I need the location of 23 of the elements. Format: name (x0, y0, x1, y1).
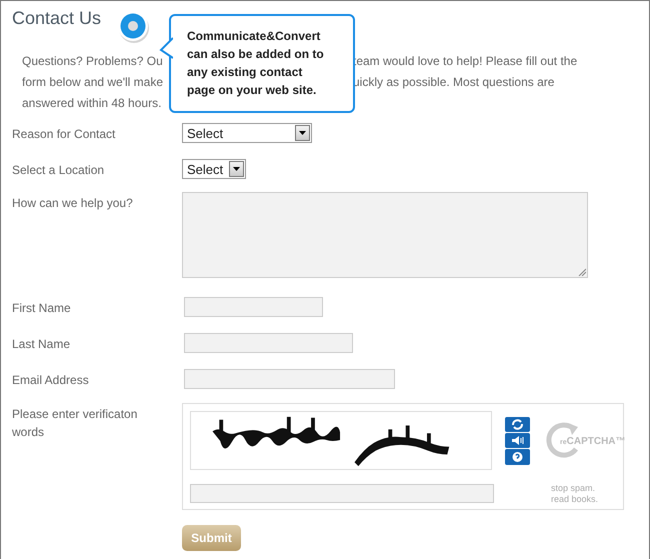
intro-text: Questions? Problems? Ou form below and we'll make answered within 48 hours. (22, 53, 164, 112)
caret-icon (299, 131, 306, 135)
select-dropdown[interactable]: Select (182, 123, 312, 143)
field-label: Please enter verificaton words (12, 406, 138, 441)
input-field[interactable] (184, 333, 353, 353)
input-field[interactable] (190, 484, 494, 503)
field-label: First Name (12, 300, 72, 317)
select-dropdown[interactable]: Select (182, 159, 246, 179)
refresh-icon[interactable] (505, 417, 530, 432)
audio-icon[interactable] (505, 433, 530, 448)
field-label: Select a Location (12, 162, 106, 179)
input-field[interactable] (184, 297, 323, 317)
field-label: How can we help you? (12, 195, 134, 212)
help-icon[interactable] (505, 449, 530, 465)
field-label: Last Name (12, 336, 72, 353)
captcha-slogan: stop spam. read books. (551, 483, 600, 506)
page-title: Contact Us (11, 7, 102, 29)
input-field[interactable] (184, 369, 395, 389)
caret-icon (233, 167, 240, 171)
message-field[interactable] (182, 192, 588, 278)
field-label: Reason for Contact (12, 126, 116, 143)
resize-grip-icon (578, 268, 586, 276)
field-label: Email Address (12, 372, 90, 389)
